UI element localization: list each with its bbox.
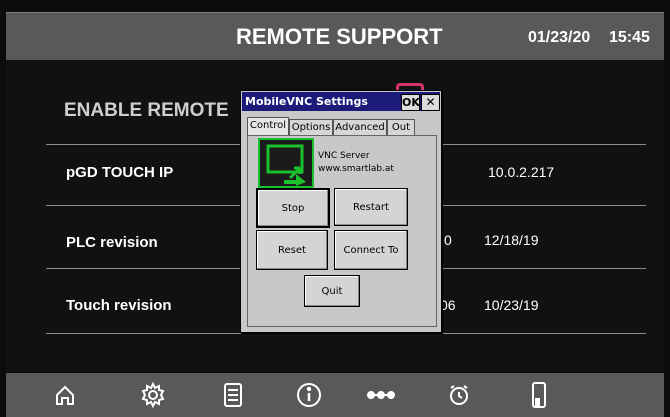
tab-control[interactable]: Control [247, 117, 289, 135]
enable-remote-label: ENABLE REMOTE [64, 100, 229, 121]
gear-icon[interactable] [136, 379, 170, 411]
row-label-plc: PLC revision [66, 234, 158, 251]
row-label-ip: pGD TOUCH IP [66, 164, 174, 181]
info-icon[interactable] [292, 379, 326, 411]
tab-advanced[interactable]: Advanced [333, 119, 387, 135]
stop-button[interactable]: Stop [256, 188, 330, 228]
vnc-server-name: VNC Server [318, 151, 370, 161]
vnc-server-info: VNC Server www.smartlab.at [318, 150, 394, 176]
connect-to-button[interactable]: Connect To [334, 230, 408, 270]
row-value-plc-partial: 0 [444, 232, 452, 248]
device-icon[interactable] [522, 379, 556, 411]
vnc-logo-icon [258, 138, 314, 188]
screen-frame: REMOTE SUPPORT 01/23/20 15:45 ENABLE REM… [0, 0, 670, 417]
header-date: 01/23/20 [528, 29, 591, 46]
home-icon[interactable] [48, 379, 82, 411]
bottom-nav-bar [6, 373, 664, 417]
close-button[interactable]: ✕ [421, 94, 440, 111]
tab-options[interactable]: Options [289, 119, 333, 135]
tab-out[interactable]: Out [387, 119, 415, 135]
control-tab-panel: VNC Server www.smartlab.at Stop Restart … [247, 135, 437, 327]
row-value-ip: 10.0.2.217 [488, 164, 555, 180]
row-label-touch: Touch revision [66, 297, 172, 314]
dialog-titlebar[interactable]: MobileVNC Settings OK ✕ [242, 92, 440, 111]
reset-button[interactable]: Reset [256, 230, 328, 270]
row-value-plc: 12/18/19 [484, 232, 539, 248]
restart-button[interactable]: Restart [334, 188, 408, 226]
row-value-touch-partial: 06 [440, 297, 456, 313]
quit-button[interactable]: Quit [304, 275, 360, 307]
dialog-title: MobileVNC Settings [245, 95, 368, 108]
document-icon[interactable] [216, 379, 250, 411]
vnc-server-url: www.smartlab.at [318, 164, 394, 174]
vnc-settings-dialog: MobileVNC Settings OK ✕ Control Options … [240, 90, 442, 333]
row-value-touch: 10/23/19 [484, 297, 539, 313]
header-time: 15:45 [609, 29, 650, 46]
ok-button[interactable]: OK [401, 94, 420, 111]
page-title: REMOTE SUPPORT [236, 24, 443, 49]
divider [46, 333, 646, 334]
alarm-clock-icon[interactable] [442, 379, 476, 411]
more-icon[interactable] [364, 379, 398, 411]
header-bar: REMOTE SUPPORT 01/23/20 15:45 [6, 12, 664, 60]
